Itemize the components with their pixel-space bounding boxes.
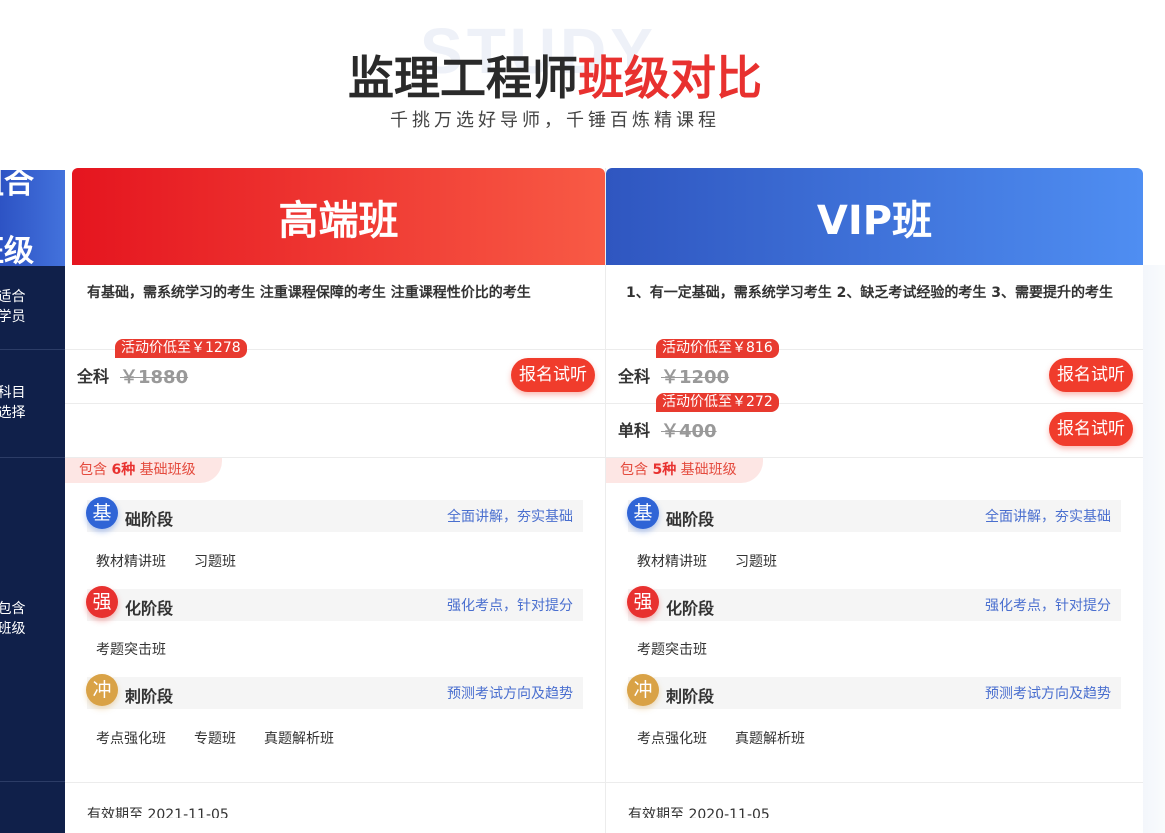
stage-basic: 基 础阶段 全面讲解，夯实基础 <box>627 497 1121 532</box>
stage-intensive: 强 化阶段 强化考点，针对提分 <box>627 586 1121 621</box>
trial-signup-button[interactable]: 报名试听 <box>511 358 595 392</box>
plan-vip: VIP班 1、有一定基础，需系统学习考生 2、缺乏考试经验的考生 3、需要提升的… <box>605 168 1143 833</box>
sprint-stage-icon: 冲 <box>627 674 659 706</box>
price-row: 单科 ￥400 活动价低至￥272 报名试听 <box>618 393 1133 457</box>
trial-signup-button[interactable]: 报名试听 <box>1049 412 1133 446</box>
class-item: 教材精讲班 <box>637 554 707 570</box>
price-label: 单科 <box>618 421 651 440</box>
stage-class-list: 考题突击班 <box>637 639 735 659</box>
stage-class-list: 考点强化班 专题班 真题解析班 <box>96 728 362 748</box>
stage-class-list: 教材精讲班 习题班 <box>637 551 805 571</box>
stage-name: 础阶段 <box>666 510 715 529</box>
class-item: 习题班 <box>735 554 777 570</box>
page-subtitle: 千挑万选好导师，千锤百炼精课程 <box>390 110 720 131</box>
stage-name: 刺阶段 <box>125 687 174 706</box>
include-count-badge: 包含 5种 基础班级 <box>606 458 763 483</box>
class-item: 真题解析班 <box>264 731 334 747</box>
row-label-column: 适合 学员 科目 选择 包含 班级 <box>0 265 65 833</box>
intensive-stage-icon: 强 <box>627 586 659 618</box>
row-divider <box>0 781 65 782</box>
stage-desc: 全面讲解，夯实基础 <box>447 509 573 525</box>
original-price: ￥1880 <box>120 367 189 388</box>
stage-intensive: 强 化阶段 强化考点，针对提分 <box>86 586 583 621</box>
stage-class-list: 考题突击班 <box>96 639 194 659</box>
row-label-subjects: 科目 选择 <box>0 385 26 421</box>
stage-class-list: 考点强化班 真题解析班 <box>637 728 833 748</box>
class-item: 专题班 <box>194 731 236 747</box>
stage-desc: 强化考点，针对提分 <box>985 598 1111 614</box>
stage-name: 化阶段 <box>666 599 715 618</box>
suitable-text: 有基础，需系统学习的考生 注重课程保障的考生 注重课程性价比的考生 <box>87 285 531 301</box>
price-row: 全科 ￥1880 活动价低至￥1278 报名试听 <box>77 339 595 403</box>
title-main: 监理工程师 <box>348 51 578 105</box>
price-label: 全科 <box>77 367 110 386</box>
stage-name: 化阶段 <box>125 599 174 618</box>
class-item: 考题突击班 <box>96 642 166 658</box>
stage-class-list: 教材精讲班 习题班 <box>96 551 264 571</box>
page-title: 监理工程师班级对比 <box>0 42 1110 108</box>
stage-basic: 基 础阶段 全面讲解，夯实基础 <box>86 497 583 532</box>
basic-stage-icon: 基 <box>86 497 118 529</box>
row-label-classes: 包含 班级 <box>0 601 26 637</box>
intensive-stage-icon: 强 <box>86 586 118 618</box>
stage-desc: 预测考试方向及趋势 <box>985 686 1111 702</box>
stage-sprint: 冲 刺阶段 预测考试方向及趋势 <box>627 674 1121 709</box>
title-highlight: 班级对比 <box>578 51 762 105</box>
promo-price-tag: 活动价低至￥816 <box>656 339 779 358</box>
class-item: 考题突击班 <box>637 642 707 658</box>
include-count-badge: 包含 6种 基础班级 <box>65 458 222 483</box>
stage-name: 刺阶段 <box>666 687 715 706</box>
basic-stage-icon: 基 <box>627 497 659 529</box>
suitable-text: 1、有一定基础，需系统学习考生 2、缺乏考试经验的考生 3、需要提升的考生 <box>626 285 1113 301</box>
right-shade <box>1142 265 1165 833</box>
promo-price-tag: 活动价低至￥1278 <box>115 339 247 358</box>
plan-title: VIP班 <box>606 168 1143 265</box>
class-item: 考点强化班 <box>637 731 707 747</box>
row-label-suitable: 适合 学员 <box>0 289 26 325</box>
price-label: 全科 <box>618 367 651 386</box>
plan-title: 高端班 <box>72 168 605 265</box>
stage-desc: 预测考试方向及趋势 <box>447 686 573 702</box>
original-price: ￥1200 <box>661 367 730 388</box>
divider <box>65 782 605 783</box>
promo-price-tag: 活动价低至￥272 <box>656 393 779 412</box>
class-item: 真题解析班 <box>735 731 805 747</box>
original-price: ￥400 <box>661 421 717 442</box>
plan-premium: 高端班 有基础，需系统学习的考生 注重课程保障的考生 注重课程性价比的考生 全科… <box>65 168 605 833</box>
stage-desc: 全面讲解，夯实基础 <box>985 509 1111 525</box>
divider <box>606 782 1143 783</box>
stage-name: 础阶段 <box>125 510 174 529</box>
trial-signup-button[interactable]: 报名试听 <box>1049 358 1133 392</box>
class-item: 教材精讲班 <box>96 554 166 570</box>
sprint-stage-icon: 冲 <box>86 674 118 706</box>
stage-sprint: 冲 刺阶段 预测考试方向及趋势 <box>86 674 583 709</box>
validity-date: 有效期至 2020-11-05 <box>628 807 770 818</box>
class-item: 习题班 <box>194 554 236 570</box>
validity-date: 有效期至 2021-11-05 <box>87 807 229 818</box>
stage-desc: 强化考点，针对提分 <box>447 598 573 614</box>
class-item: 考点强化班 <box>96 731 166 747</box>
divider <box>65 403 605 404</box>
